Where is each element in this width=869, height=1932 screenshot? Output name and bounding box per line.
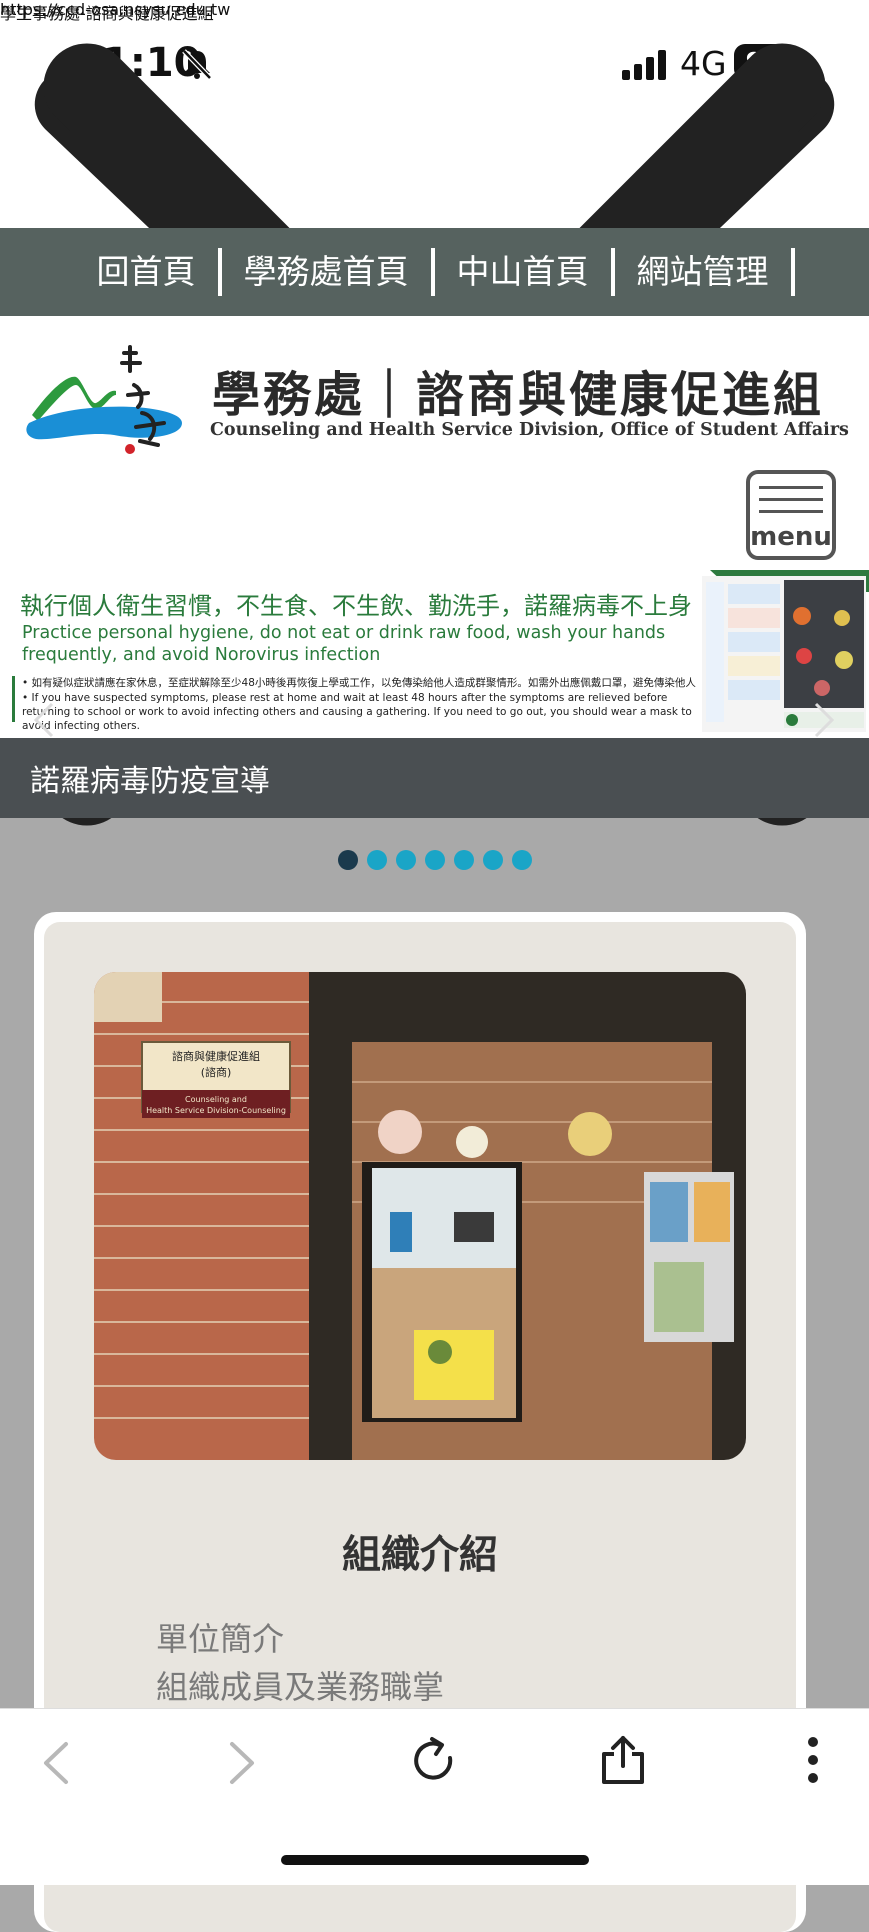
reload-icon[interactable] [410,1736,460,1786]
nav-nsysu-home[interactable]: 中山首頁 [435,248,615,296]
carousel-dot[interactable] [396,850,416,870]
nav-site-admin[interactable]: 網站管理 [615,248,795,296]
sign-line1: 諮商與健康促進組 [172,1049,260,1063]
sign-line4: Health Service Division-Counseling [146,1106,286,1115]
chevron-left-icon[interactable] [30,700,56,740]
university-logo[interactable] [24,345,184,460]
menu-line [759,498,823,501]
sign-line2: (諮商) [201,1065,232,1079]
site-title: 學務處｜諮商與健康促進組 [212,367,825,423]
nav-home[interactable]: 回首頁 [75,248,222,296]
banner-heading-zh: 執行個人衛生習慣，不生食、不生飲、勤洗手，諾羅病毒不上身 [20,592,692,620]
forward-icon[interactable] [228,1740,258,1786]
banner-bullet-zh: • 如有疑似症狀請應在家休息，至症狀解除至少48小時後再恢復上學或工作，以免傳染… [22,677,696,689]
carousel-dot[interactable] [367,850,387,870]
menu-button[interactable]: menu [746,470,836,560]
carousel-dot[interactable] [512,850,532,870]
banner-heading-en: Practice personal hygiene, do not eat or… [22,623,666,665]
top-nav: 回首頁 學務處首頁 中山首頁 網站管理 [0,228,869,316]
link-members-duties[interactable]: 組織成員及業務職掌 [156,1662,444,1708]
menu-line [759,510,823,513]
link-unit-intro[interactable]: 單位簡介 [156,1614,284,1660]
carousel-dot[interactable] [425,850,445,870]
carousel-dots [338,850,532,870]
nav-osa-home[interactable]: 學務處首頁 [222,248,435,296]
office-entrance-photo: 諮商與健康促進組 (諮商) Counseling and Health Serv… [94,972,746,1460]
menu-label: menu [750,522,832,552]
more-options-icon[interactable] [806,1736,820,1784]
banner-caption-bar: 諾羅病毒防疫宣導 [0,738,869,818]
banner-bullet-en: • If you have suspected symptoms, please… [22,692,692,732]
banner-caption: 諾羅病毒防疫宣導 [30,764,270,799]
home-indicator [281,1855,589,1865]
back-icon[interactable] [40,1740,70,1786]
site-subtitle: Counseling and Health Service Division, … [210,420,849,440]
sign-line3: Counseling and [185,1095,247,1104]
carousel-dot[interactable] [454,850,474,870]
norovirus-poster-image [702,576,866,732]
carousel-dot[interactable] [338,850,358,870]
share-icon[interactable] [600,1734,646,1786]
section-title: 組織介紹 [341,1533,498,1578]
carousel-dot[interactable] [483,850,503,870]
banner-accent-bar [12,676,15,722]
chevron-right-icon[interactable] [812,700,838,740]
menu-line [759,486,823,489]
